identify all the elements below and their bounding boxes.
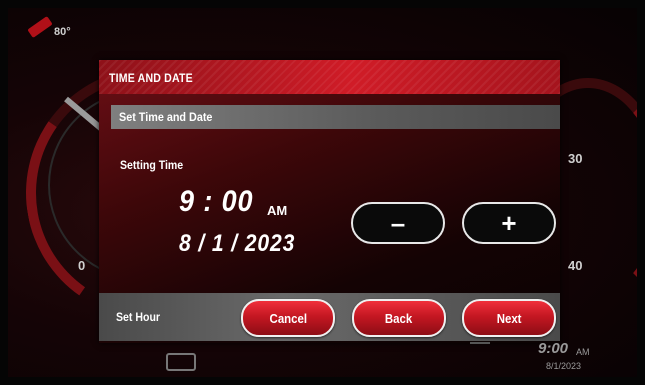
cancel-button-label: Cancel bbox=[269, 310, 307, 326]
left-gauge-tick: 0 bbox=[78, 258, 86, 273]
increment-button[interactable]: + bbox=[462, 202, 556, 244]
temperature-readout: 80° bbox=[54, 26, 71, 38]
next-button[interactable]: Next bbox=[462, 299, 556, 337]
time-display: 9 : 00 bbox=[179, 185, 254, 218]
dialog-footer: Set Hour Cancel Back Next bbox=[99, 293, 560, 341]
plus-icon: + bbox=[501, 207, 517, 238]
right-gauge-tick-30: 30 bbox=[568, 151, 583, 166]
ampm-display: AM bbox=[267, 203, 288, 218]
time-date-dialog: TIME AND DATE Set Time and Date Setting … bbox=[99, 60, 560, 343]
setting-mode-label: Setting Time bbox=[120, 158, 184, 172]
water-temp-icon bbox=[470, 336, 490, 344]
back-button-label: Back bbox=[385, 310, 413, 326]
oil-can-icon bbox=[166, 353, 196, 371]
decrement-button[interactable]: – bbox=[351, 202, 445, 244]
footer-step-label: Set Hour bbox=[116, 310, 161, 324]
next-button-label: Next bbox=[496, 310, 522, 326]
dashboard-clock-ampm: AM bbox=[576, 347, 590, 357]
dialog-subheader: Set Time and Date bbox=[111, 105, 560, 129]
dialog-title: TIME AND DATE bbox=[109, 71, 193, 85]
right-gauge-tick-40: 40 bbox=[568, 258, 583, 273]
subheader-label: Set Time and Date bbox=[119, 110, 213, 124]
dashboard-clock-time: 9:00 bbox=[538, 340, 569, 357]
back-button[interactable]: Back bbox=[352, 299, 446, 337]
cancel-button[interactable]: Cancel bbox=[241, 299, 335, 337]
minus-icon: – bbox=[390, 207, 406, 238]
date-display: 8 / 1 / 2023 bbox=[179, 230, 296, 257]
dialog-header: TIME AND DATE bbox=[99, 60, 560, 94]
dashboard-screen: 80° 0 30 40 TIME AND DATE Set Time and D… bbox=[8, 8, 637, 377]
temperature-icon bbox=[27, 16, 53, 38]
dashboard-clock-date: 8/1/2023 bbox=[546, 361, 582, 371]
